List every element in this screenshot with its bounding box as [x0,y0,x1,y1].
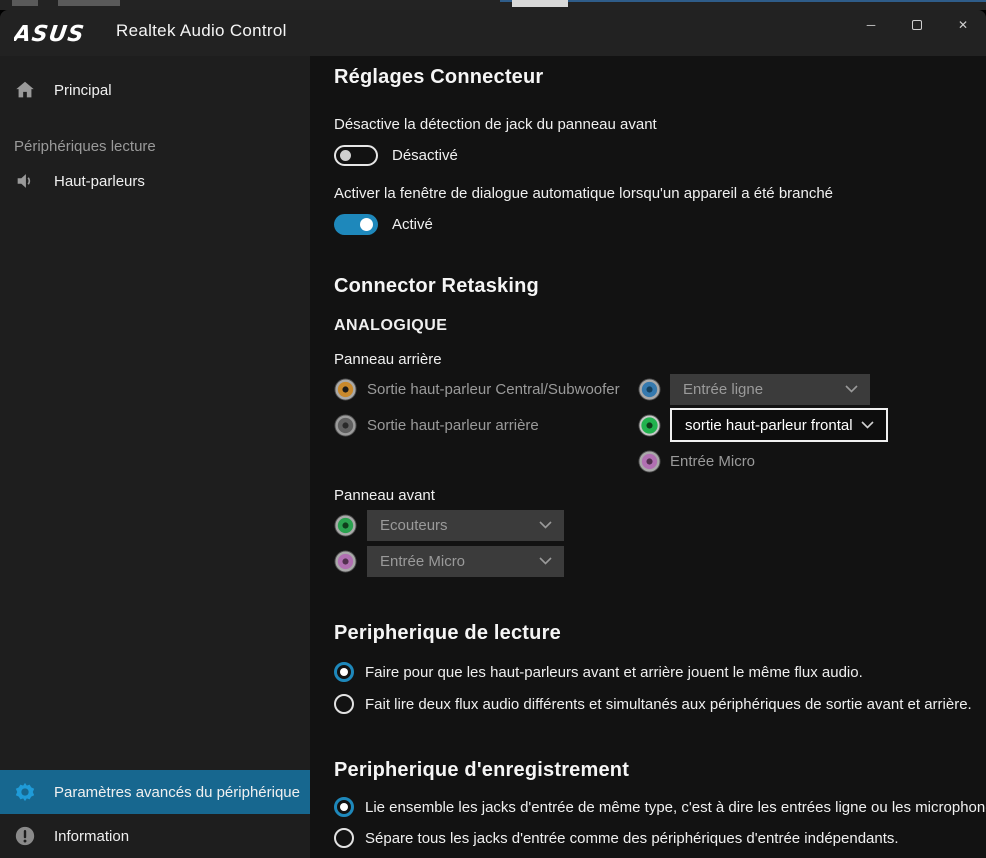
jack-label: Sortie haut-parleur Central/Subwoofer [367,381,620,398]
connector-retasking-title: Connector Retasking [334,273,986,299]
sidebar-spacer [0,203,310,770]
recording-option-tie-jacks[interactable]: Lie ensemble les jacks d'entrée de même … [334,796,986,818]
chevron-down-icon [845,385,858,393]
svg-text:ASUS: ASUS [14,21,86,46]
jack-label: Sortie haut-parleur arrière [367,417,539,434]
jack-icon-green [334,514,357,537]
sidebar-item-label: Principal [54,82,112,99]
jack-icon-pink [334,550,357,573]
front-jack-detection-label: Désactive la détection de jack du pannea… [334,115,986,135]
auto-dialog-label: Activer la fenêtre de dialogue automatiq… [334,184,986,204]
rear-panel-label: Panneau arrière [334,350,986,370]
rear-panel-row: Sortie haut-parleur arrière sortie haut-… [334,408,986,442]
sidebar-item-speakers[interactable]: Haut-parleurs [0,159,310,203]
maximize-button[interactable] [894,10,940,40]
minimize-icon: ─ [867,18,876,32]
playback-option-different-streams[interactable]: Fait lire deux flux audio différents et … [334,693,986,715]
connector-settings-title: Réglages Connecteur [334,64,986,90]
front-jack-detection-state: Désactivé [392,147,458,164]
radio-selected-icon[interactable] [334,797,354,817]
sidebar: Principal Périphériques lecture Haut-par… [0,56,310,858]
auto-dialog-toggle[interactable] [334,214,378,235]
radio-unselected-icon[interactable] [334,694,354,714]
sidebar-item-information[interactable]: Information [0,814,310,858]
radio-unselected-icon[interactable] [334,828,354,848]
playback-option-same-stream[interactable]: Faire pour que les haut-parleurs avant e… [334,661,986,683]
front-mic-dropdown[interactable]: Entrée Micro [367,546,564,577]
mic-in-label: Entrée Micro [670,453,755,470]
sidebar-item-label: Paramètres avancés du périphérique [54,784,300,801]
jack-icon-pink [638,450,661,473]
front-speaker-out-dropdown[interactable]: sortie haut-parleur frontal [670,408,888,442]
sidebar-item-principal[interactable]: Principal [0,68,310,112]
chevron-down-icon [539,521,552,529]
app-title: Realtek Audio Control [116,21,287,41]
sidebar-item-label: Information [54,828,129,845]
jack-icon-orange [334,378,357,401]
front-panel-row: Ecouteurs [334,508,986,542]
maximize-icon [912,20,922,30]
background-window-accent-line [500,0,986,2]
rear-panel-row: Entrée Micro [334,444,986,478]
chevron-down-icon [539,557,552,565]
toggle-knob [340,150,351,161]
jack-icon-gray [334,414,357,437]
info-icon [14,825,36,847]
front-jack-detection-toggle[interactable] [334,145,378,166]
recording-device-title: Peripherique d'enregistrement [334,757,986,783]
analog-group-label: ANALOGIQUE [334,315,986,337]
speaker-icon [14,170,36,192]
realtek-audio-control-window: ASUS Realtek Audio Control ─ ✕ Principal… [0,10,986,858]
rear-panel-row: Sortie haut-parleur Central/Subwoofer En… [334,372,986,406]
home-icon [14,79,36,101]
toggle-knob [360,218,373,231]
advanced-device-settings-panel: Réglages Connecteur Désactive la détecti… [310,56,986,858]
front-panel-label: Panneau avant [334,486,986,506]
front-panel-row: Entrée Micro [334,544,986,578]
sidebar-item-advanced-settings[interactable]: Paramètres avancés du périphérique [0,770,310,814]
close-button[interactable]: ✕ [940,10,986,40]
minimize-button[interactable]: ─ [848,10,894,40]
chevron-down-icon [861,421,874,429]
jack-icon-blue [638,378,661,401]
asus-logo: ASUS [14,20,110,51]
window-controls: ─ ✕ [848,10,986,40]
background-window-tab [512,0,568,7]
gear-icon [14,781,36,803]
background-window-strip [0,0,986,10]
auto-dialog-state: Activé [392,216,433,233]
line-in-dropdown[interactable]: Entrée ligne [670,374,870,405]
background-window-text-fragment [12,0,38,6]
playback-device-title: Peripherique de lecture [334,620,986,646]
recording-option-separate-jacks[interactable]: Sépare tous les jacks d'entrée comme des… [334,827,986,849]
sidebar-item-label: Haut-parleurs [54,173,145,190]
sidebar-section-playback: Périphériques lecture [0,112,310,159]
close-icon: ✕ [958,18,968,32]
background-window-text-fragment [58,0,120,6]
radio-selected-icon[interactable] [334,662,354,682]
titlebar[interactable]: ASUS Realtek Audio Control ─ ✕ [0,10,986,56]
jack-icon-green [638,414,661,437]
headphones-dropdown[interactable]: Ecouteurs [367,510,564,541]
